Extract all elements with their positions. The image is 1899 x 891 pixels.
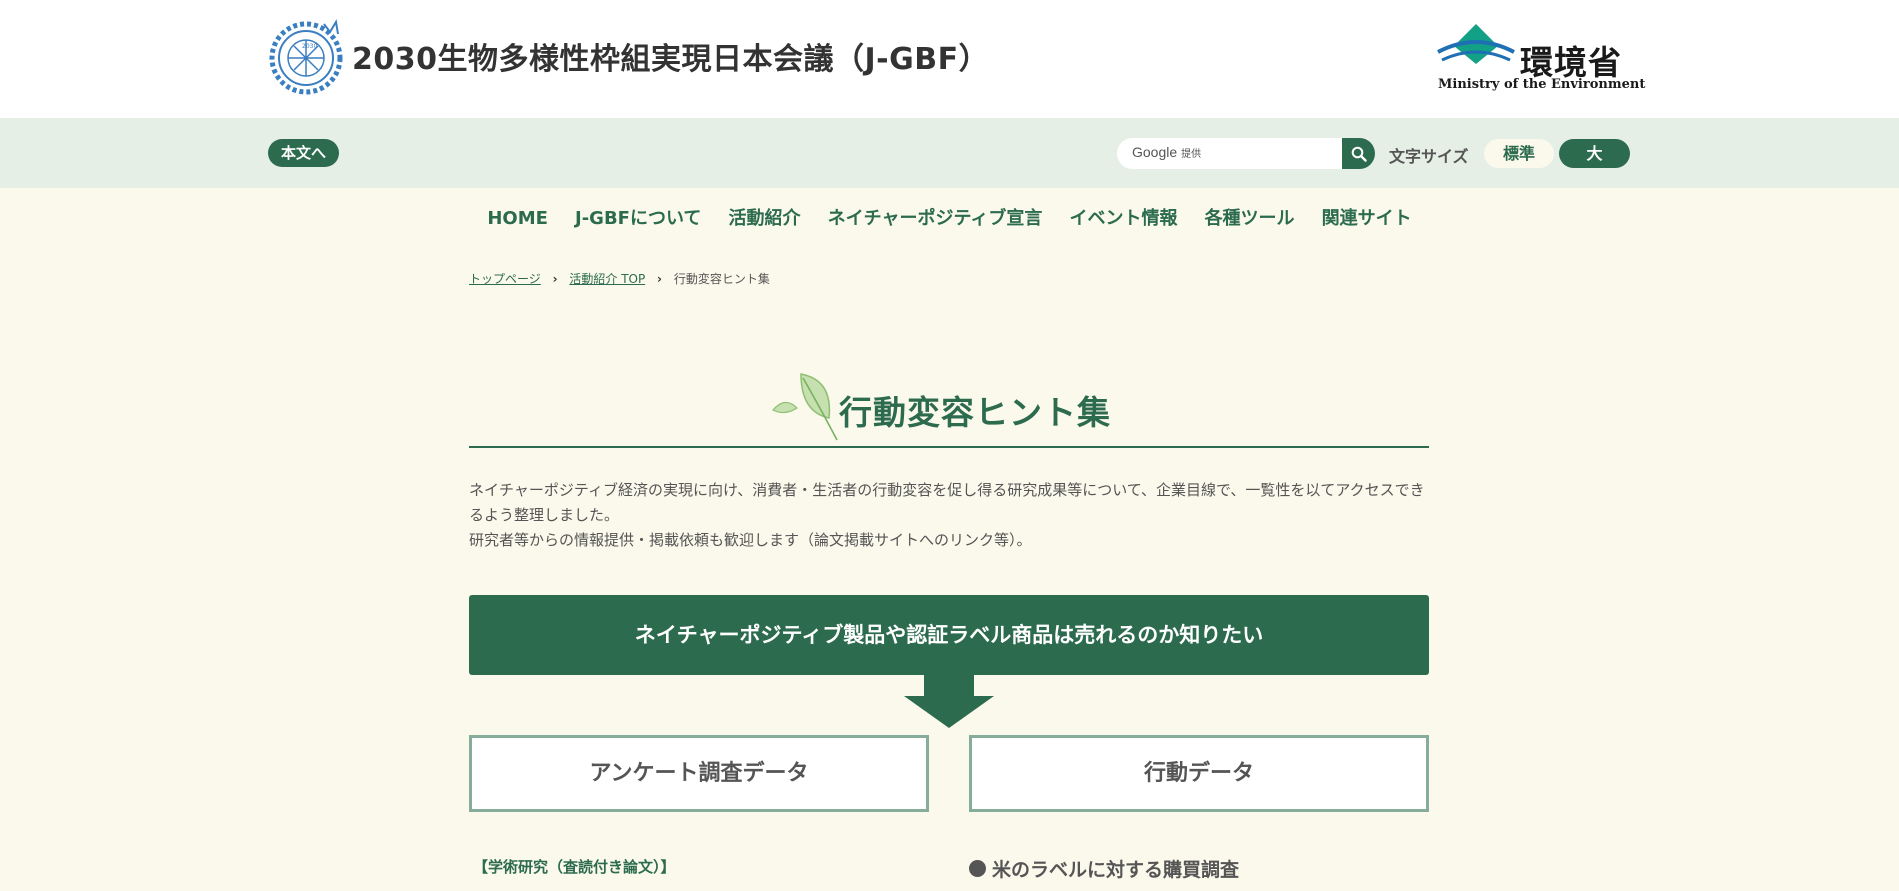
item-title-text: 米のラベルに対する購買調査 <box>992 859 1240 881</box>
intro-text: ネイチャーポジティブ経済の実現に向け、消費者・生活者の行動変容を促し得る研究成果… <box>469 478 1434 553</box>
chevron-right-icon: › <box>657 272 662 286</box>
page-title: 行動変容ヒント集 <box>839 393 1111 432</box>
behavior-data-button[interactable]: 行動データ <box>969 735 1429 812</box>
font-size-label: 文字サイズ <box>1389 147 1469 166</box>
svg-text:2030: 2030 <box>302 43 317 50</box>
item-title: 米のラベルに対する購買調査 <box>969 855 1239 882</box>
nav-item-events[interactable]: イベント情報 <box>1069 204 1177 230</box>
j-gbf-emblem-icon[interactable]: 2030 <box>268 18 344 96</box>
question-banner: ネイチャーポジティブ製品や認証ラベル商品は売れるのか知りたい <box>469 595 1429 675</box>
breadcrumb-home[interactable]: トップページ <box>469 272 541 286</box>
ministry-logo[interactable]: 環境省 Ministry of the Environment <box>1436 22 1645 94</box>
main-nav: HOME J-GBFについて 活動紹介 ネイチャーポジティブ宣言 イベント情報 … <box>0 204 1899 232</box>
intro-line-2: 研究者等からの情報提供・掲載依頼も歓迎します（論文掲載サイトへのリンク等）。 <box>469 531 1032 549</box>
skip-to-content-button[interactable]: 本文へ <box>268 139 339 167</box>
leaf-icon <box>772 373 838 441</box>
font-size-large-button[interactable]: 大 <box>1559 139 1630 168</box>
breadcrumb-parent[interactable]: 活動紹介 TOP <box>569 272 645 286</box>
bullet-icon <box>969 860 986 877</box>
nav-item-declaration[interactable]: ネイチャーポジティブ宣言 <box>828 204 1043 230</box>
utility-bar: 本文へ Google 提供 文字サイズ 標準 大 <box>0 118 1899 188</box>
nav-item-tools[interactable]: 各種ツール <box>1205 204 1295 230</box>
page-heading: 行動変容ヒント集 <box>469 366 1429 448</box>
survey-data-button[interactable]: アンケート調査データ <box>469 735 929 812</box>
breadcrumb: トップページ › 活動紹介 TOP › 行動変容ヒント集 <box>469 270 770 287</box>
ministry-mark-icon <box>1437 24 1515 64</box>
nav-item-links[interactable]: 関連サイト <box>1322 204 1412 230</box>
nav-item-about[interactable]: J-GBFについて <box>575 204 701 230</box>
search-input[interactable] <box>1131 144 1321 164</box>
search-icon <box>1351 146 1367 162</box>
search-box[interactable]: Google 提供 <box>1117 138 1343 169</box>
breadcrumb-current: 行動変容ヒント集 <box>673 272 770 286</box>
ministry-name-en: Ministry of the Environment <box>1438 77 1646 92</box>
section-label: 【学術研究（査読付き論文）】 <box>473 858 676 876</box>
site-header: 2030 2030生物多様性枠組実現日本会議（J-GBF） 環境省 Minist… <box>0 0 1899 118</box>
arrow-down-icon <box>904 674 994 728</box>
font-size-normal-button[interactable]: 標準 <box>1484 139 1554 168</box>
site-title[interactable]: 2030生物多様性枠組実現日本会議（J-GBF） <box>352 34 989 78</box>
nav-item-home[interactable]: HOME <box>487 208 548 229</box>
chevron-right-icon: › <box>552 272 558 286</box>
intro-line-1: ネイチャーポジティブ経済の実現に向け、消費者・生活者の行動変容を促し得る研究成果… <box>469 481 1425 524</box>
nav-item-activities[interactable]: 活動紹介 <box>729 204 801 230</box>
search-button[interactable] <box>1342 138 1375 169</box>
